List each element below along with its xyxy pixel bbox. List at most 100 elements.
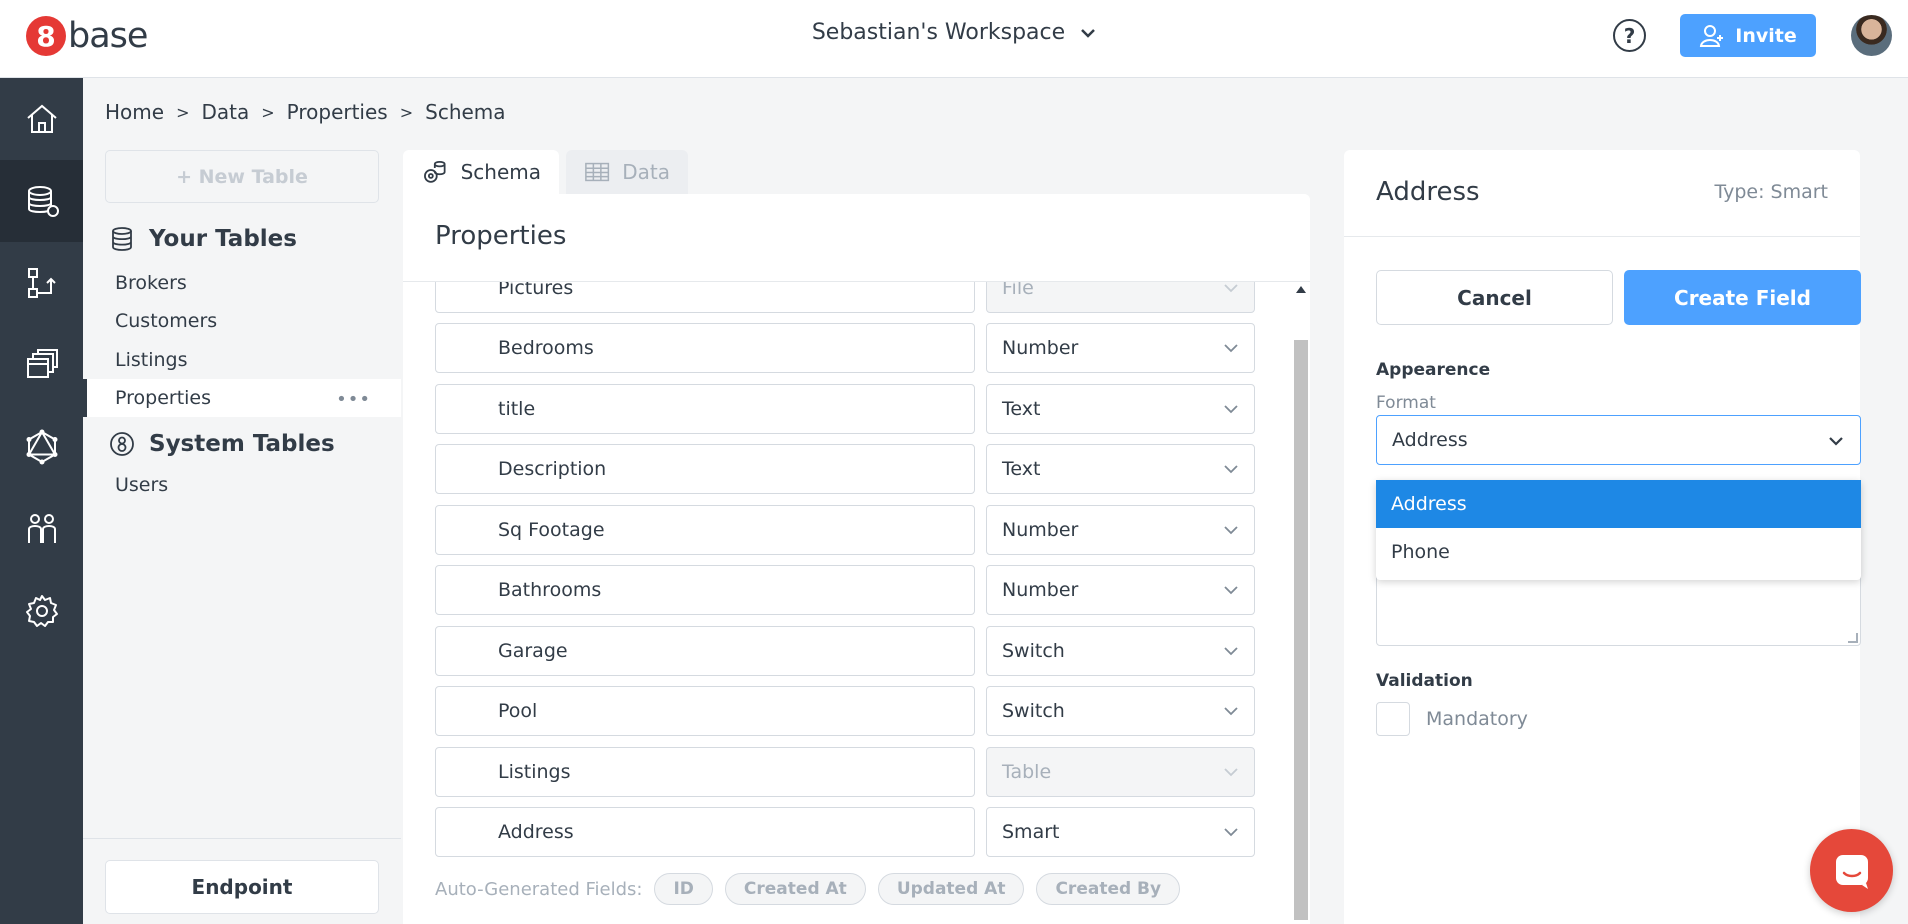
- field-name-input[interactable]: Address: [435, 807, 975, 857]
- field-type-select[interactable]: Text: [986, 384, 1255, 434]
- breadcrumb-separator: >: [399, 102, 414, 122]
- help-icon[interactable]: ?: [1613, 19, 1646, 52]
- nav-apps[interactable]: [0, 324, 83, 406]
- fields-list: Pictures File Bedrooms Number title Text…: [403, 282, 1310, 924]
- 8base-logo[interactable]: 8 base: [26, 16, 148, 56]
- nav-logic[interactable]: [0, 242, 83, 324]
- auto-generated-label: Auto-Generated Fields:: [435, 878, 643, 900]
- table-grid-icon: [585, 162, 610, 182]
- field-name-input[interactable]: Description: [435, 444, 975, 494]
- field-name-input[interactable]: Pictures: [435, 282, 975, 313]
- field-type-select[interactable]: Number: [986, 323, 1255, 373]
- auto-generated-fields: Auto-Generated Fields: ID Created At Upd…: [435, 873, 1181, 905]
- database-icon: [112, 227, 132, 251]
- breadcrumb: Home > Data > Properties > Schema: [105, 100, 506, 124]
- field-type-value: Text: [1002, 458, 1041, 480]
- field-type-select[interactable]: Number: [986, 565, 1255, 615]
- format-option-phone[interactable]: Phone: [1376, 528, 1861, 576]
- chevron-down-icon: [1224, 768, 1238, 777]
- field-row: Garage Switch: [435, 626, 1255, 676]
- field-type-select: File: [986, 282, 1255, 313]
- scroll-up-arrow-icon[interactable]: [1296, 286, 1306, 293]
- system-tables-title: System Tables: [149, 431, 335, 457]
- field-name-input[interactable]: Listings: [435, 747, 975, 797]
- field-type-label: Type: Smart: [1714, 181, 1828, 203]
- field-row: Pool Switch: [435, 686, 1255, 736]
- scrollbar-thumb[interactable]: [1294, 340, 1308, 920]
- endpoint-button[interactable]: Endpoint: [105, 860, 379, 914]
- tab-schema[interactable]: Schema: [403, 150, 559, 194]
- field-row: Description Text: [435, 444, 1255, 494]
- breadcrumb-home[interactable]: Home: [105, 100, 164, 124]
- invite-button[interactable]: Invite: [1680, 14, 1816, 57]
- nav-team[interactable]: [0, 488, 83, 570]
- workspace-switcher-button[interactable]: Sebastian's Workspace: [812, 20, 1096, 45]
- resize-handle-icon[interactable]: [1848, 633, 1858, 643]
- mandatory-label: Mandatory: [1426, 708, 1528, 730]
- table-item-properties[interactable]: Properties •••: [83, 379, 401, 417]
- your-tables-heading: Your Tables: [109, 226, 297, 252]
- table-item-listings[interactable]: Listings: [83, 341, 401, 379]
- format-option-address[interactable]: Address: [1376, 480, 1861, 528]
- field-type-select[interactable]: Number: [986, 505, 1255, 555]
- chevron-down-icon: [1224, 647, 1238, 656]
- format-select[interactable]: Address: [1376, 415, 1861, 465]
- nav-data[interactable]: [0, 160, 83, 242]
- field-type-select[interactable]: Smart: [986, 807, 1255, 857]
- table-item-customers[interactable]: Customers: [83, 302, 401, 340]
- field-settings-panel: Address Type: Smart Cancel Create Field …: [1344, 150, 1861, 924]
- chevron-down-icon: [1081, 29, 1096, 38]
- your-tables-title: Your Tables: [149, 226, 297, 252]
- auto-field-chip: Created By: [1036, 873, 1181, 905]
- field-row: Listings Table: [435, 747, 1255, 797]
- cancel-button[interactable]: Cancel: [1376, 270, 1613, 325]
- text-area[interactable]: [1376, 570, 1861, 646]
- avatar[interactable]: [1851, 15, 1892, 56]
- breadcrumb-data[interactable]: Data: [201, 100, 249, 124]
- field-name-input[interactable]: title: [435, 384, 975, 434]
- system-tables-heading: System Tables: [109, 431, 335, 457]
- field-name-input[interactable]: Pool: [435, 686, 975, 736]
- chevron-down-icon: [1224, 284, 1238, 293]
- table-item-users[interactable]: Users: [83, 466, 401, 504]
- new-table-button[interactable]: + New Table: [105, 150, 379, 203]
- panel-title: Address: [1376, 177, 1480, 207]
- mandatory-checkbox[interactable]: [1376, 702, 1410, 736]
- scrollbar[interactable]: [1291, 282, 1310, 924]
- field-name-input[interactable]: Bathrooms: [435, 565, 975, 615]
- field-type-value: Switch: [1002, 700, 1065, 722]
- field-name-input[interactable]: Sq Footage: [435, 505, 975, 555]
- field-type-select[interactable]: Switch: [986, 686, 1255, 736]
- nav-graphql[interactable]: [0, 406, 83, 488]
- field-name-input[interactable]: Garage: [435, 626, 975, 676]
- tab-schema-label: Schema: [460, 160, 541, 184]
- chevron-down-icon: [1224, 405, 1238, 414]
- chevron-down-icon: [1224, 828, 1238, 837]
- field-name-input[interactable]: Bedrooms: [435, 323, 975, 373]
- more-options-icon[interactable]: •••: [336, 389, 371, 410]
- table-item-brokers[interactable]: Brokers: [83, 264, 401, 302]
- tab-data[interactable]: Data: [566, 150, 688, 194]
- field-type-select[interactable]: Switch: [986, 626, 1255, 676]
- create-field-button[interactable]: Create Field: [1624, 270, 1861, 325]
- field-type-value: Number: [1002, 337, 1079, 359]
- field-type-select[interactable]: Text: [986, 444, 1255, 494]
- database-icon: [27, 186, 59, 217]
- auto-field-chip: Created At: [724, 873, 866, 905]
- validation-heading: Validation: [1376, 671, 1473, 691]
- logic-flow-icon: [27, 268, 56, 298]
- chat-launcher[interactable]: [1810, 829, 1893, 912]
- field-type-value: Table: [1002, 761, 1052, 783]
- field-type-value: Number: [1002, 519, 1079, 541]
- schema-icon: [424, 161, 446, 183]
- field-type-value: Number: [1002, 579, 1079, 601]
- field-type-select: Table: [986, 747, 1255, 797]
- workspace-name: Sebastian's Workspace: [811, 20, 1066, 45]
- nav-settings[interactable]: [0, 570, 83, 652]
- breadcrumb-properties[interactable]: Properties: [287, 100, 388, 124]
- auto-field-chip: Updated At: [877, 873, 1025, 905]
- nav-home[interactable]: [0, 78, 83, 160]
- gear-icon: [25, 595, 58, 627]
- schema-card: Properties Pictures File Bedrooms Number…: [403, 194, 1310, 924]
- field-type-value: Text: [1002, 398, 1041, 420]
